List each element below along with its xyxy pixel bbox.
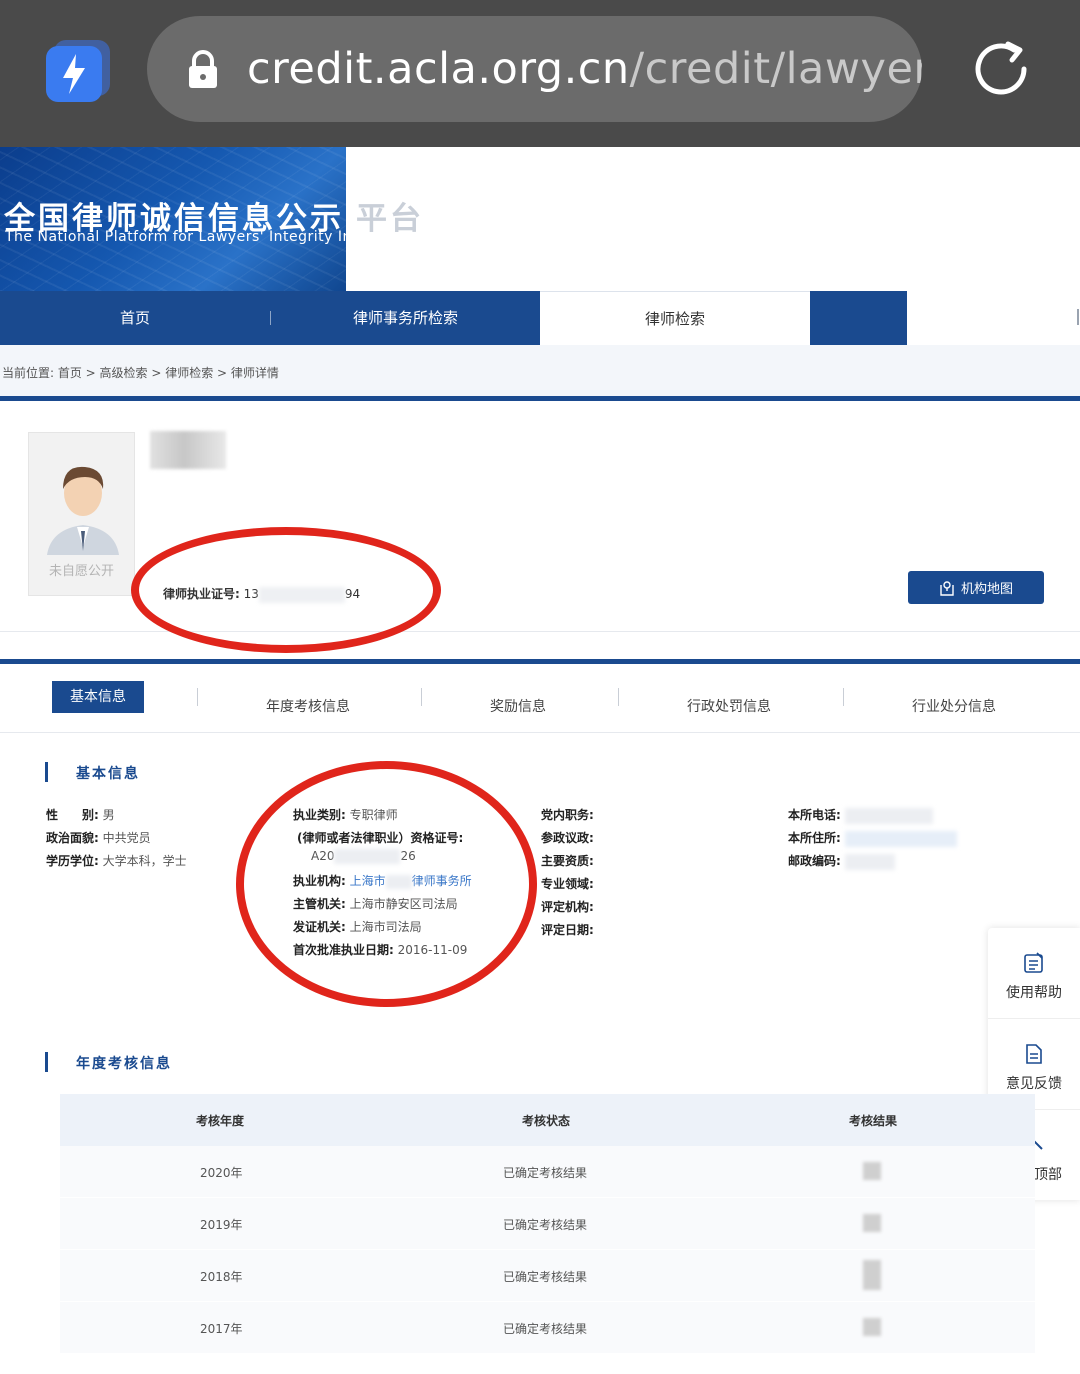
map-pin-icon (940, 580, 954, 596)
divider-line (0, 396, 1080, 401)
address-bar[interactable]: credit.acla.org.cn/credit/lawyer/ (147, 16, 922, 122)
row-status: 已确定考核结果 (503, 1218, 588, 1232)
field-value: 大学本科，学士 (102, 854, 187, 868)
side-label: 使用帮助 (1006, 985, 1062, 1001)
url-text: credit.acla.org.cn/credit/lawyer/ (247, 40, 922, 98)
lawyer-name-redacted (150, 431, 226, 469)
tab-awards[interactable]: 奖励信息 (490, 696, 546, 716)
result-redacted (863, 1214, 881, 1232)
field-qualification: 主要资质: (541, 852, 594, 869)
field-political: 政治面貌: 中共党员 (46, 829, 151, 846)
field-label: 评定机构: (541, 900, 594, 914)
section-marker (45, 1052, 48, 1072)
main-nav: 首页 律师事务所检索 律师检索 (0, 291, 907, 345)
field-value: 男 (102, 808, 115, 822)
field-label: 党内职务: (541, 808, 594, 822)
help-doc-icon (1024, 952, 1043, 973)
postcode-redacted (844, 853, 895, 870)
field-label: 本所电话: (788, 808, 841, 822)
field-postcode: 邮政编码: (788, 852, 895, 870)
row-status: 已确定考核结果 (503, 1166, 588, 1180)
help-button[interactable]: 使用帮助 (988, 928, 1080, 1018)
field-firm-address: 本所住所: (788, 829, 957, 847)
row-year: 2019年 (200, 1218, 243, 1232)
nav-lawyer-search[interactable]: 律师检索 (540, 291, 810, 345)
field-specialty: 专业领域: (541, 875, 594, 892)
table-row: 2020年 已确定考核结果 (60, 1146, 1035, 1198)
table-row: 2018年 已确定考核结果 (60, 1250, 1035, 1302)
field-education: 学历学位: 大学本科，学士 (46, 852, 187, 869)
row-year: 2020年 (200, 1166, 243, 1180)
field-label: 邮政编码: (788, 854, 841, 868)
field-label: 主要资质: (541, 854, 594, 868)
result-redacted (863, 1318, 881, 1336)
browser-toolbar: credit.acla.org.cn/credit/lawyer/ (0, 0, 1080, 147)
field-label: 性 别: (46, 808, 99, 822)
highlight-ellipse-license (131, 527, 441, 653)
divider-line (0, 659, 1080, 664)
column-header: 考核结果 (849, 1114, 898, 1128)
tab-separator (618, 688, 619, 706)
result-redacted (863, 1162, 881, 1180)
lock-icon (187, 50, 219, 90)
map-button-label: 机构地图 (960, 582, 1013, 597)
institution-map-button[interactable]: 机构地图 (908, 571, 1044, 604)
feedback-doc-icon (1026, 1044, 1042, 1064)
row-year: 2018年 (200, 1270, 243, 1284)
tab-industry-discipline[interactable]: 行业处分信息 (912, 696, 996, 716)
field-gender: 性 别: 男 (46, 806, 115, 823)
browser-app-icon[interactable] (46, 40, 110, 102)
side-label: 意见反馈 (1006, 1076, 1062, 1092)
tab-separator (197, 688, 198, 706)
field-rating-date: 评定日期: (541, 921, 594, 938)
section-title-basic: 基本信息 (76, 766, 140, 782)
field-label: 参政议政: (541, 831, 594, 845)
field-political-participation: 参政议政: (541, 829, 594, 846)
nav-edge-divider (1077, 309, 1079, 325)
nav-firm-search[interactable]: 律师事务所检索 (271, 291, 540, 345)
reload-icon[interactable] (968, 36, 1034, 102)
field-label: 专业领域: (541, 877, 594, 891)
site-subtitle: The National Platform for Lawyers' Integ… (5, 229, 346, 245)
phone-redacted (844, 807, 933, 824)
breadcrumb: 当前位置: 首页 > 高级检索 > 律师检索 > 律师详情 (2, 366, 279, 380)
field-label: 学历学位: (46, 854, 99, 868)
address-redacted (844, 830, 957, 847)
tab-basic-info[interactable]: 基本信息 (52, 681, 144, 713)
column-header: 考核状态 (522, 1114, 571, 1128)
section-title-annual: 年度考核信息 (76, 1056, 172, 1072)
row-status: 已确定考核结果 (503, 1322, 588, 1336)
field-value: 中共党员 (102, 831, 151, 845)
nav-home[interactable]: 首页 (0, 291, 270, 345)
table-row: 2019年 已确定考核结果 (60, 1198, 1035, 1250)
highlight-ellipse-practice (236, 761, 537, 1007)
result-redacted (863, 1260, 881, 1290)
url-path: /credit/lawyer/ (629, 44, 922, 94)
tab-annual-review[interactable]: 年度考核信息 (266, 696, 350, 716)
site-title-faded: 平台 (356, 201, 424, 237)
table-row: 2017年 已确定考核结果 (60, 1302, 1035, 1354)
section-marker (45, 762, 48, 782)
field-firm-phone: 本所电话: (788, 806, 933, 824)
tab-separator (843, 688, 844, 706)
url-host: credit.acla.org.cn (247, 44, 630, 94)
field-label: 评定日期: (541, 923, 594, 937)
row-status: 已确定考核结果 (503, 1270, 588, 1284)
field-rating-org: 评定机构: (541, 898, 594, 915)
column-header: 考核年度 (196, 1114, 245, 1128)
table-header: 考核年度 考核状态 考核结果 (60, 1094, 1035, 1146)
tab-admin-penalty[interactable]: 行政处罚信息 (687, 696, 771, 716)
field-label: 本所住所: (788, 831, 841, 845)
tab-separator (421, 688, 422, 706)
row-year: 2017年 (200, 1322, 243, 1336)
field-label: 政治面貌: (46, 831, 99, 845)
field-party-role: 党内职务: (541, 806, 594, 823)
avatar-privacy-note: 未自愿公开 (48, 564, 114, 579)
